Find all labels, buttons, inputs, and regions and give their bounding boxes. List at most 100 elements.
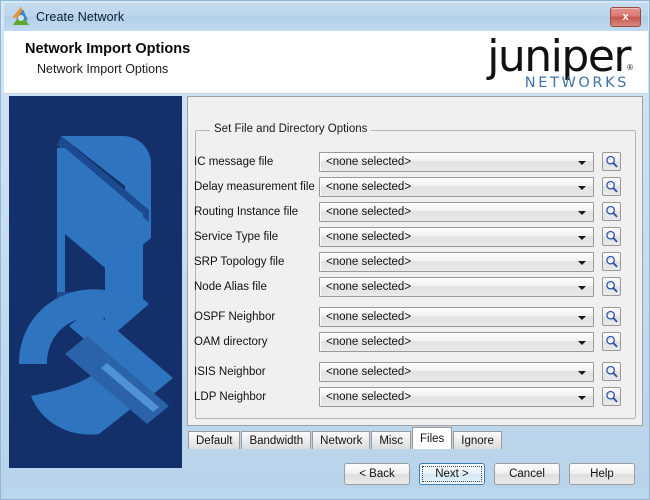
file-option-label: Node Alias file (194, 280, 267, 293)
browse-button[interactable] (602, 387, 621, 406)
dialog-footer: < Back Next > Cancel Help (1, 459, 650, 489)
browse-button[interactable] (602, 307, 621, 326)
file-option-value: <none selected> (326, 205, 412, 218)
file-option-label: Service Type file (194, 230, 279, 243)
button-label: Cancel (509, 468, 545, 480)
file-option-value: <none selected> (326, 230, 412, 243)
logo-tagline: NETWORKS (524, 75, 629, 91)
window-bottom-strip (4, 489, 648, 498)
network-import-illustration (9, 96, 182, 468)
browse-button[interactable] (602, 227, 621, 246)
browse-button[interactable] (602, 177, 621, 196)
cancel-button[interactable]: Cancel (494, 463, 560, 485)
chevron-down-icon (578, 370, 586, 375)
focus-ring (422, 466, 482, 482)
file-option-value: <none selected> (326, 310, 412, 323)
file-option-row: IC message file <none selected> (194, 149, 634, 174)
chevron-down-icon (578, 160, 586, 165)
chevron-down-icon (578, 285, 586, 290)
file-option-value: <none selected> (326, 155, 412, 168)
file-option-row: Delay measurement file <none selected> (194, 174, 634, 199)
file-option-value: <none selected> (326, 365, 412, 378)
magnifier-icon (606, 230, 618, 243)
file-option-label: LDP Neighbor (194, 390, 267, 403)
magnifier-icon (606, 180, 618, 193)
file-option-label: Routing Instance file (194, 205, 299, 218)
file-option-row: OAM directory <none selected> (194, 329, 634, 354)
chevron-down-icon (578, 395, 586, 400)
registered-mark-icon: ® (627, 63, 633, 72)
file-option-dropdown[interactable]: <none selected> (319, 226, 594, 247)
file-option-label: Delay measurement file (194, 180, 315, 193)
file-option-label: OSPF Neighbor (194, 310, 276, 323)
tab-label: Bandwidth (249, 434, 304, 447)
chevron-down-icon (578, 185, 586, 190)
file-option-label: IC message file (194, 155, 274, 168)
file-option-dropdown[interactable]: <none selected> (319, 151, 594, 172)
file-option-dropdown[interactable]: <none selected> (319, 331, 594, 352)
page-subtitle: Network Import Options (37, 62, 169, 76)
options-tabs: Default Bandwidth Network Misc Files Ignore (188, 427, 643, 449)
tab-label: Network (320, 434, 363, 447)
browse-button[interactable] (602, 277, 621, 296)
chevron-down-icon (578, 235, 586, 240)
file-option-value: <none selected> (326, 335, 412, 348)
file-option-dropdown[interactable]: <none selected> (319, 361, 594, 382)
tab-misc[interactable]: Misc (371, 431, 411, 449)
file-option-row: LDP Neighbor <none selected> (194, 384, 634, 409)
tab-ignore[interactable]: Ignore (453, 431, 502, 449)
browse-button[interactable] (602, 152, 621, 171)
button-label: < Back (359, 468, 395, 480)
file-option-dropdown[interactable]: <none selected> (319, 306, 594, 327)
magnifier-icon (606, 390, 618, 403)
file-option-row: Service Type file <none selected> (194, 224, 634, 249)
file-option-dropdown[interactable]: <none selected> (319, 201, 594, 222)
close-button[interactable]: x (610, 7, 641, 27)
browse-button[interactable] (602, 202, 621, 221)
file-option-row: OSPF Neighbor <none selected> (194, 304, 634, 329)
next-button[interactable]: Next > (419, 463, 485, 485)
juniper-logo: juniper ® NETWORKS (432, 31, 633, 92)
file-option-dropdown[interactable]: <none selected> (319, 386, 594, 407)
file-option-dropdown[interactable]: <none selected> (319, 176, 594, 197)
tab-files[interactable]: Files (411, 427, 453, 449)
help-button[interactable]: Help (569, 463, 635, 485)
file-option-label: ISIS Neighbor (194, 365, 266, 378)
back-button[interactable]: < Back (344, 463, 410, 485)
magnifier-icon (606, 310, 618, 323)
chevron-down-icon (578, 315, 586, 320)
chevron-down-icon (578, 340, 586, 345)
create-network-dialog: Create Network x Network Import Options … (0, 0, 650, 500)
magnifier-icon (606, 280, 618, 293)
tab-label: Ignore (461, 434, 494, 447)
file-option-row: ISIS Neighbor <none selected> (194, 359, 634, 384)
magnifier-icon (606, 255, 618, 268)
chevron-down-icon (578, 210, 586, 215)
tab-label: Misc (379, 434, 403, 447)
chevron-down-icon (578, 260, 586, 265)
browse-button[interactable] (602, 252, 621, 271)
juniper-swirl-icon (12, 6, 30, 25)
tab-network[interactable]: Network (312, 431, 371, 449)
button-label: Help (590, 468, 614, 480)
tab-label: Files (419, 432, 445, 445)
page-title: Network Import Options (25, 41, 191, 57)
browse-button[interactable] (602, 332, 621, 351)
magnifier-icon (606, 205, 618, 218)
magnifier-icon (606, 155, 618, 168)
browse-button[interactable] (602, 362, 621, 381)
magnifier-icon (606, 365, 618, 378)
file-option-value: <none selected> (326, 180, 412, 193)
file-option-value: <none selected> (326, 255, 412, 268)
file-option-dropdown[interactable]: <none selected> (319, 276, 594, 297)
file-option-value: <none selected> (326, 280, 412, 293)
dialog-header: Network Import Options Network Import Op… (4, 31, 648, 94)
file-option-row: Routing Instance file <none selected> (194, 199, 634, 224)
tab-bandwidth[interactable]: Bandwidth (241, 431, 312, 449)
file-option-label: SRP Topology file (194, 255, 285, 268)
file-option-label: OAM directory (194, 335, 268, 348)
tab-default[interactable]: Default (188, 431, 241, 449)
file-options-field-list: IC message file <none selected> Delay meas… (194, 149, 634, 409)
logo-wordmark: juniper (487, 31, 631, 82)
file-option-dropdown[interactable]: <none selected> (319, 251, 594, 272)
